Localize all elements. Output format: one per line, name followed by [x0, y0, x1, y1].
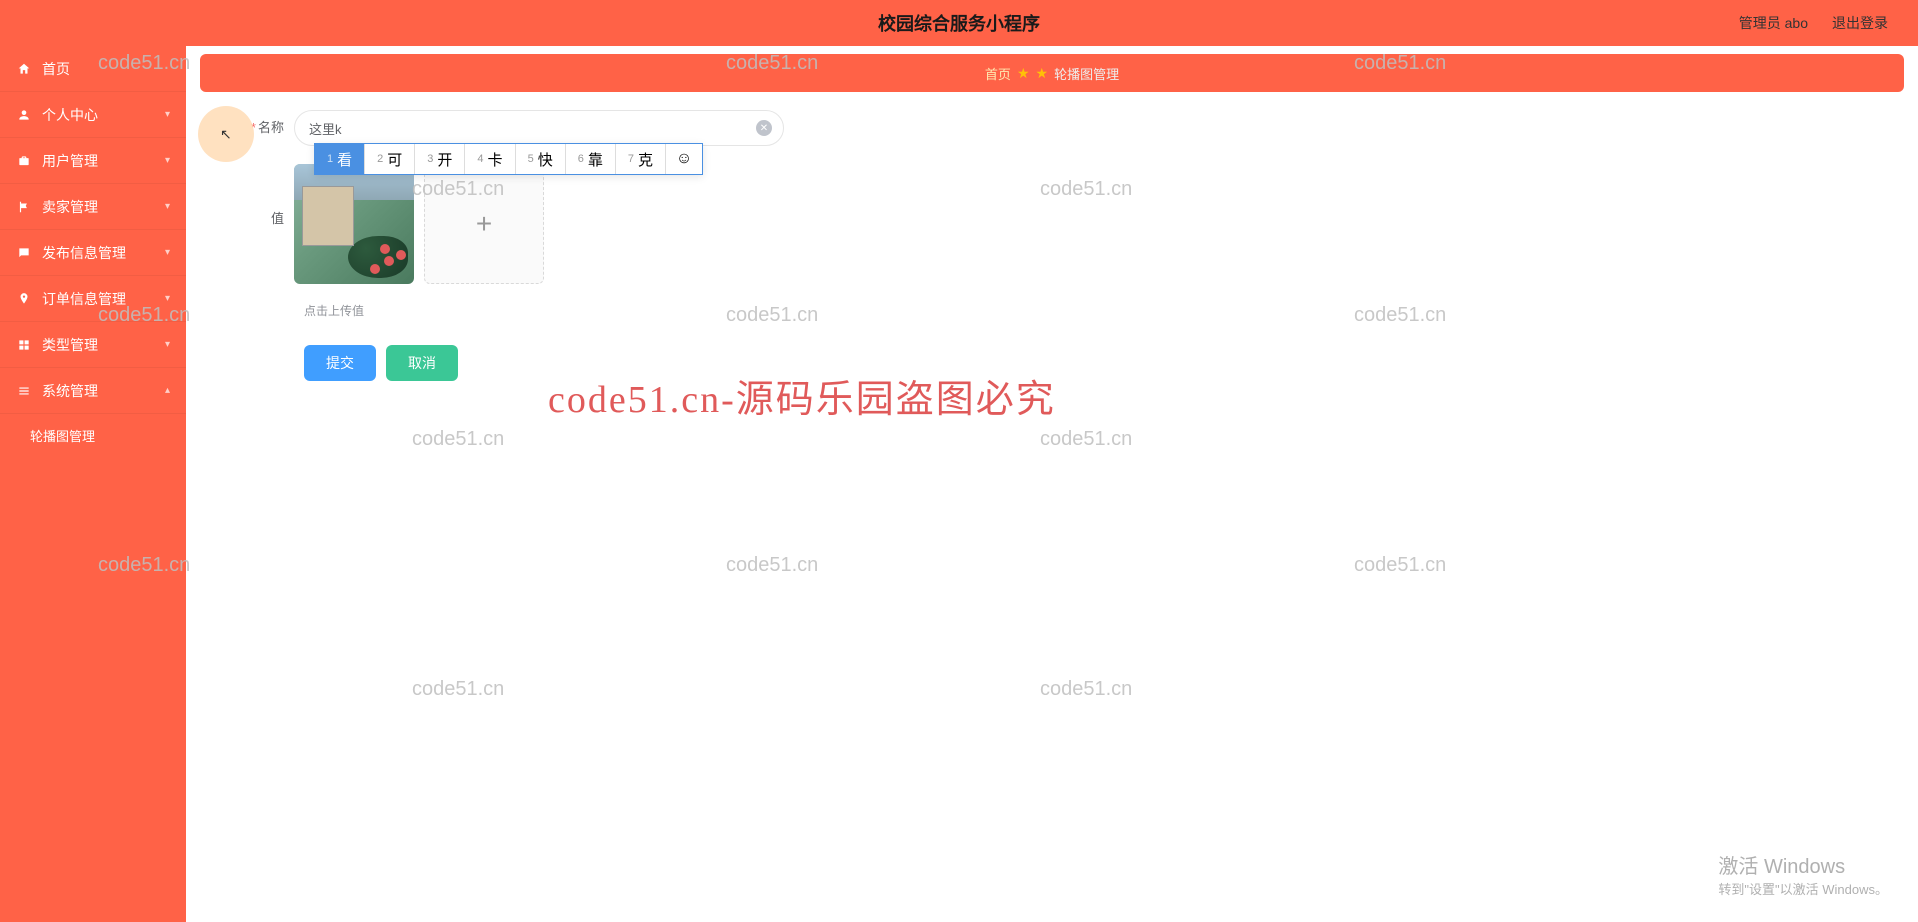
breadcrumb-home[interactable]: 首页 [985, 64, 1011, 83]
sidebar-item-label: 用户管理 [42, 151, 165, 171]
breadcrumb-current: 轮播图管理 [1054, 64, 1119, 83]
admin-label[interactable]: 管理员 abo [1739, 13, 1808, 33]
upload-hint: 点击上传值 [304, 302, 1870, 319]
upload-area: + [294, 164, 544, 284]
sidebar-item-personal[interactable]: 个人中心 ▾ [0, 92, 186, 138]
sidebar-item-label: 首页 [42, 59, 170, 79]
form-row-name: *名称 ✕ [234, 110, 1870, 146]
sidebar-item-label: 系统管理 [42, 381, 165, 401]
name-input-wrap: ✕ [294, 110, 784, 146]
sidebar-sub-carousel[interactable]: 轮播图管理 [0, 414, 186, 456]
chat-icon [16, 245, 32, 261]
app-title: 校园综合服务小程序 [878, 10, 1040, 36]
uploaded-image[interactable] [294, 164, 414, 284]
button-row: 提交 取消 [304, 345, 1870, 381]
cursor-highlight [198, 106, 254, 162]
sidebar-item-publish[interactable]: 发布信息管理 ▾ [0, 230, 186, 276]
sidebar-item-label: 类型管理 [42, 335, 165, 355]
sidebar: 首页 个人中心 ▾ 用户管理 ▾ 卖家管理 ▾ 发布信息管理 ▾ 订单信息管理 … [0, 46, 186, 922]
chevron-down-icon: ▾ [165, 201, 170, 212]
ime-candidate[interactable]: 4卡 [465, 144, 515, 174]
home-icon [16, 61, 32, 77]
sidebar-item-label: 订单信息管理 [42, 289, 165, 309]
submit-button[interactable]: 提交 [304, 345, 376, 381]
ime-candidate[interactable]: 3开 [415, 144, 465, 174]
sidebar-item-users[interactable]: 用户管理 ▾ [0, 138, 186, 184]
chevron-down-icon: ▾ [165, 293, 170, 304]
sidebar-item-home[interactable]: 首页 [0, 46, 186, 92]
sidebar-item-label: 发布信息管理 [42, 243, 165, 263]
value-label: 值 [234, 164, 294, 227]
sidebar-item-sellers[interactable]: 卖家管理 ▾ [0, 184, 186, 230]
upload-add-button[interactable]: + [424, 164, 544, 284]
ime-candidate-bar: 1看 2可 3开 4卡 5快 6靠 7克 ☺ [314, 143, 703, 175]
flag-icon [16, 199, 32, 215]
star-icon: ★ [1017, 65, 1030, 82]
name-input[interactable] [294, 110, 784, 146]
chevron-up-icon: ▴ [165, 385, 170, 396]
clear-icon[interactable]: ✕ [756, 120, 772, 136]
header-right: 管理员 abo 退出登录 [1739, 13, 1888, 33]
ime-candidate[interactable]: 6靠 [566, 144, 616, 174]
sidebar-sub-label: 轮播图管理 [30, 426, 95, 445]
cancel-button[interactable]: 取消 [386, 345, 458, 381]
ime-candidate[interactable]: 5快 [516, 144, 566, 174]
star-icon: ★ [1036, 65, 1049, 82]
chevron-down-icon: ▾ [165, 109, 170, 120]
sidebar-item-system[interactable]: 系统管理 ▴ [0, 368, 186, 414]
chevron-down-icon: ▾ [165, 155, 170, 166]
ime-candidate[interactable]: 2可 [365, 144, 415, 174]
settings-icon [16, 383, 32, 399]
sidebar-item-types[interactable]: 类型管理 ▾ [0, 322, 186, 368]
sidebar-item-label: 卖家管理 [42, 197, 165, 217]
breadcrumb: 首页 ★ ★ 轮播图管理 [200, 54, 1904, 92]
user-icon [16, 107, 32, 123]
form-row-value: 值 + [234, 164, 1870, 284]
ime-candidate[interactable]: 7克 [616, 144, 666, 174]
pin-icon [16, 291, 32, 307]
ime-emoji-icon[interactable]: ☺ [666, 144, 702, 174]
briefcase-icon [16, 153, 32, 169]
grid-icon [16, 337, 32, 353]
sidebar-item-orders[interactable]: 订单信息管理 ▾ [0, 276, 186, 322]
sidebar-item-label: 个人中心 [42, 105, 165, 125]
chevron-down-icon: ▾ [165, 247, 170, 258]
main-content: 首页 ★ ★ 轮播图管理 *名称 ✕ 值 + 点击上传值 提交 [186, 46, 1918, 922]
header: 校园综合服务小程序 管理员 abo 退出登录 [0, 0, 1918, 46]
chevron-down-icon: ▾ [165, 339, 170, 350]
ime-candidate[interactable]: 1看 [315, 144, 365, 174]
logout-link[interactable]: 退出登录 [1832, 13, 1888, 33]
